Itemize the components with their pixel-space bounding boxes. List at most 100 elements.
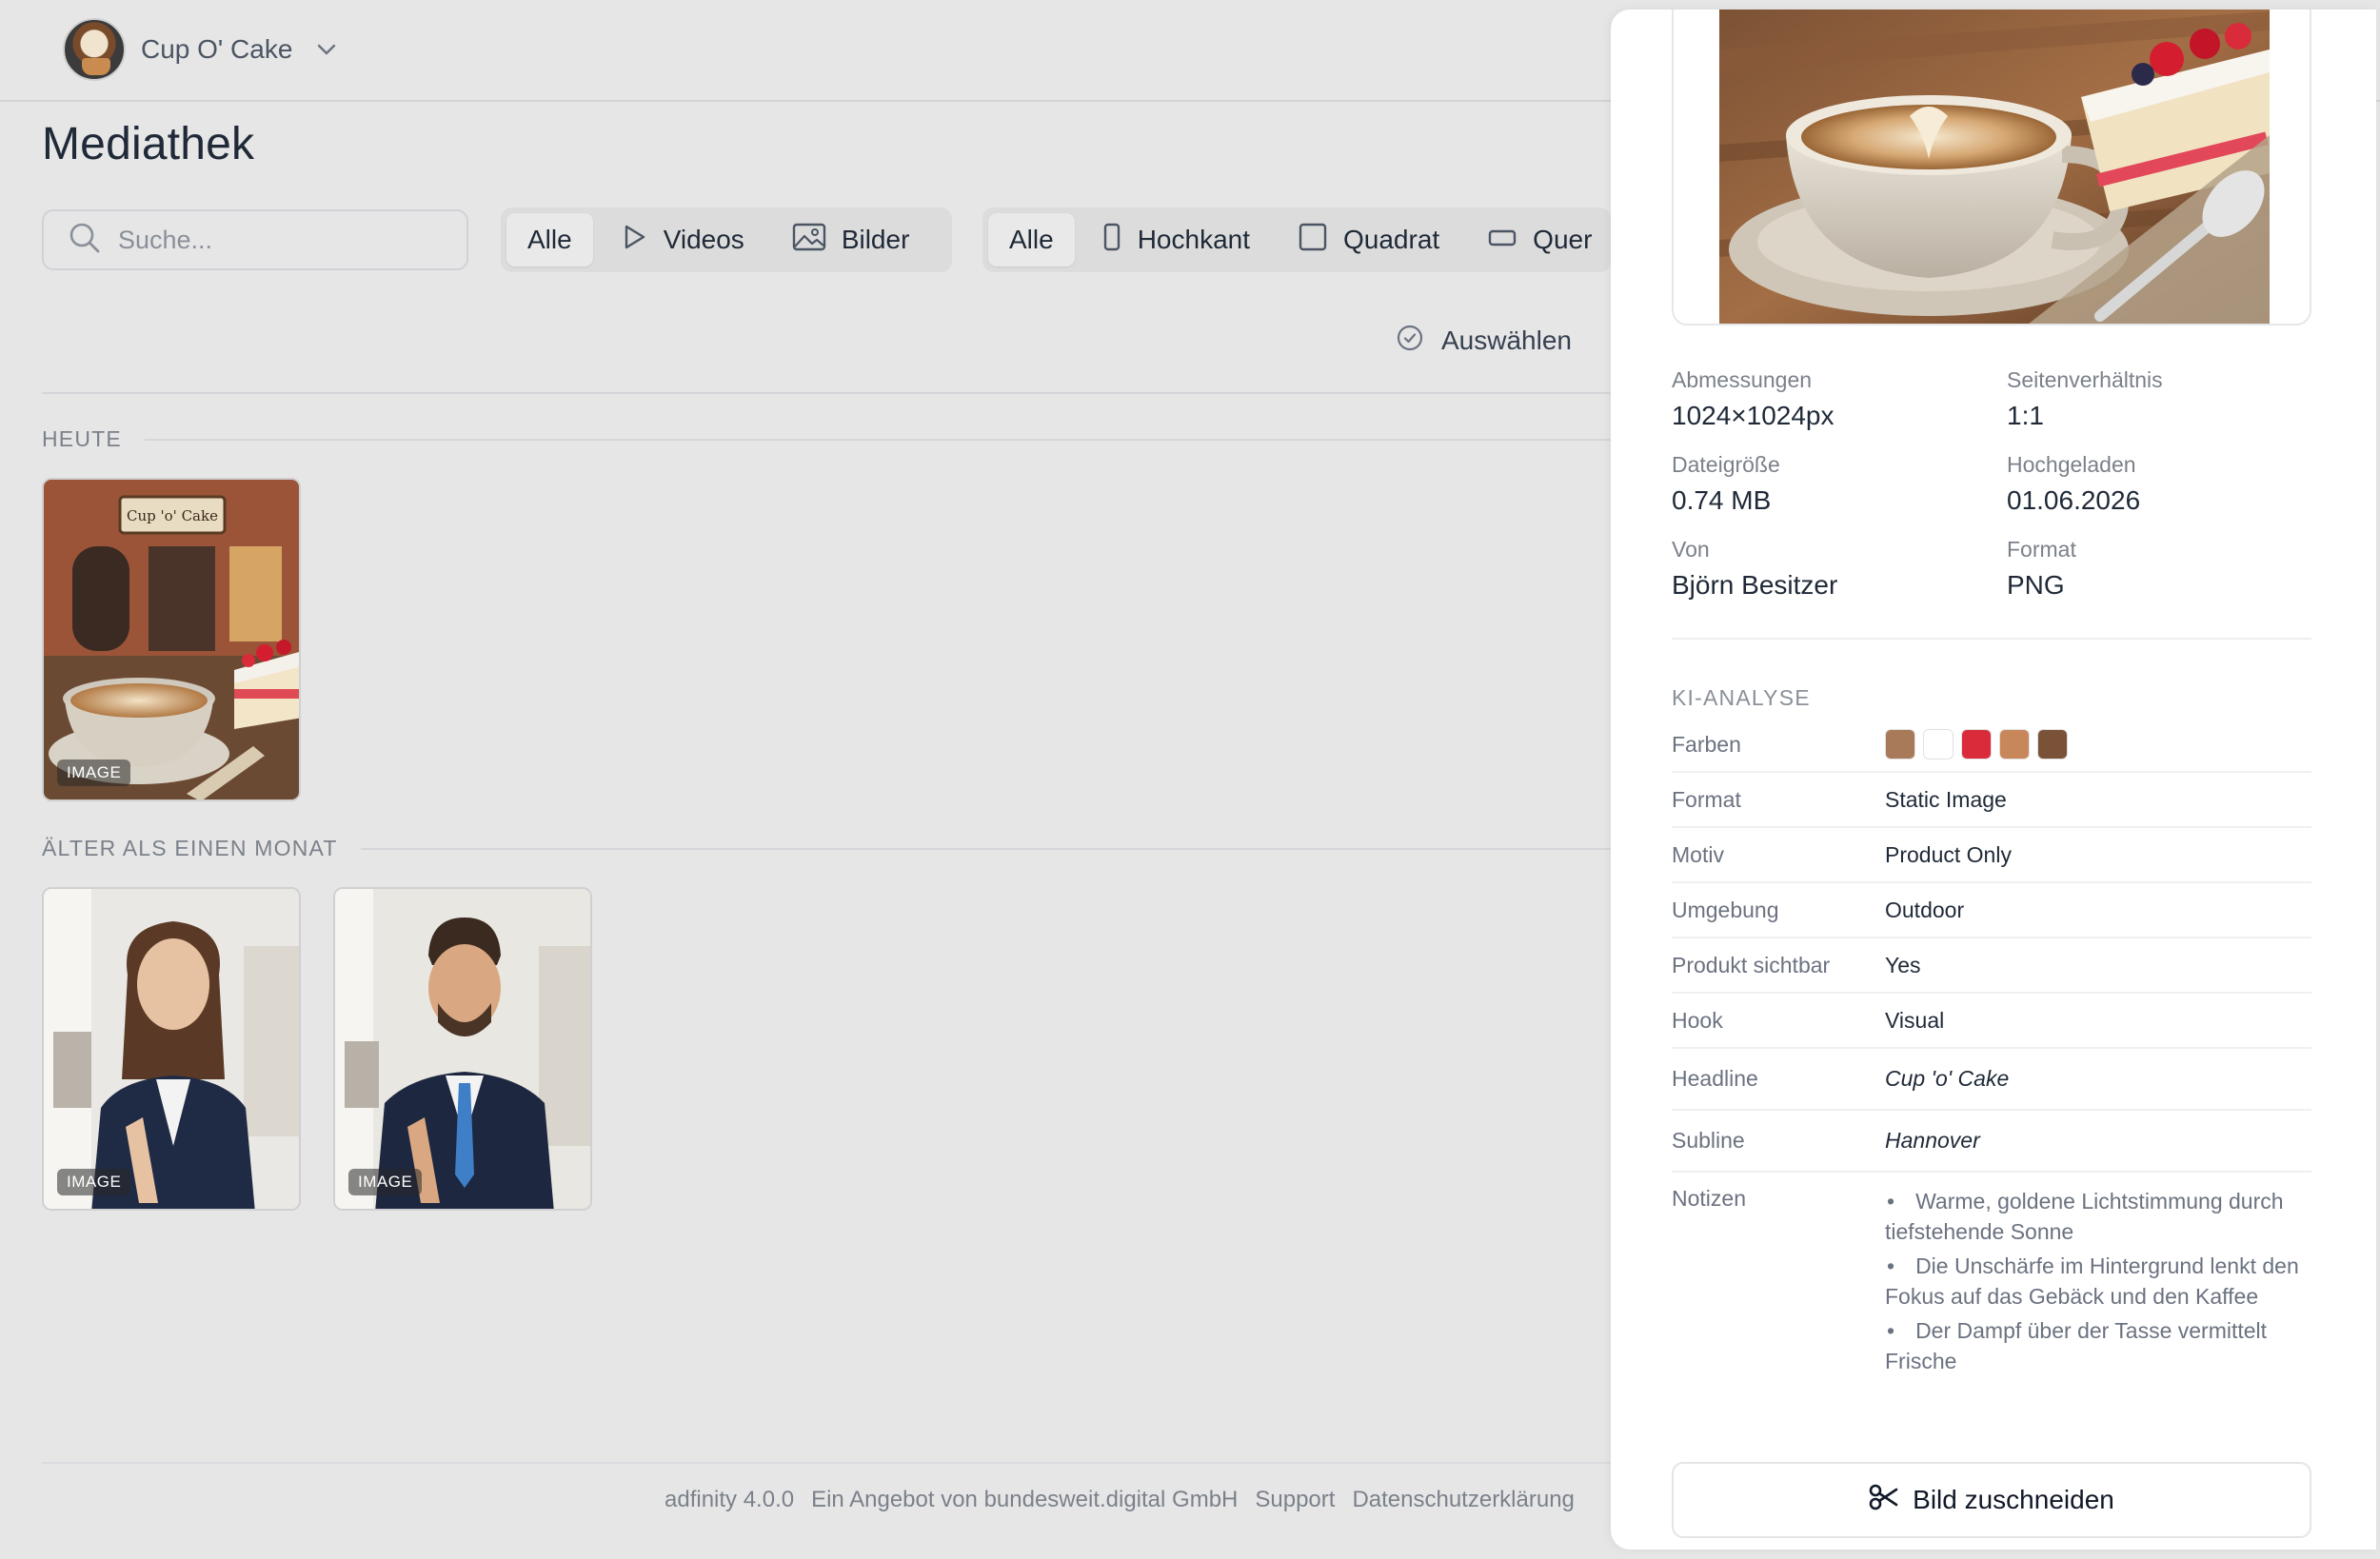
crop-image-button[interactable]: Bild zuschneiden <box>1672 1462 2311 1538</box>
media-thumbnail[interactable]: Cup 'o' Cake IMAGE <box>42 478 301 801</box>
image-icon <box>792 223 826 258</box>
section-divider <box>144 438 1611 441</box>
section-label: HEUTE <box>42 426 122 451</box>
color-swatch <box>2037 729 2068 760</box>
ai-row-value: Hannover <box>1885 1128 1980 1153</box>
cafe-photo: Cup 'o' Cake <box>44 480 299 799</box>
meta-aspect-ratio: Seitenverhältnis 1:1 <box>2007 367 2311 431</box>
filter-videos[interactable]: Videos <box>599 213 765 266</box>
media-type-badge: IMAGE <box>57 1169 131 1195</box>
ai-row-hook: Hook Visual <box>1672 994 2311 1049</box>
ai-row-notes: Notizen Warme, goldene Lichtstimmung dur… <box>1672 1173 2311 1380</box>
notes-list: Warme, goldene Lichtstimmung durch tiefs… <box>1885 1186 2311 1380</box>
color-swatch <box>1923 729 1954 760</box>
image-preview <box>1672 10 2311 326</box>
section-header-older: ÄLTER ALS EINEN MONAT <box>42 836 1656 861</box>
filter-portrait[interactable]: Hochkant <box>1081 213 1271 266</box>
page-title: Mediathek <box>42 119 255 169</box>
media-type-filter: Alle Videos Bilder <box>501 207 952 272</box>
meta-value: 01.06.2026 <box>2007 485 2141 515</box>
meta-file-size: Dateigröße 0.74 MB <box>1672 452 2007 516</box>
filter-portrait-label: Hochkant <box>1137 225 1250 254</box>
crop-button-label: Bild zuschneiden <box>1913 1485 2114 1514</box>
filter-all-orientations[interactable]: Alle <box>988 213 1075 266</box>
search-icon <box>69 222 101 259</box>
media-thumbnail[interactable]: IMAGE <box>42 887 301 1211</box>
note-item: Der Dampf über der Tasse vermittelt Fris… <box>1885 1315 2311 1376</box>
ai-row-key: Farben <box>1672 731 1741 757</box>
meta-label: Abmessungen <box>1672 367 1813 392</box>
coffee-cake-image <box>1719 10 2270 324</box>
ai-row-value: Outdoor <box>1885 897 1965 922</box>
meta-uploader: Von Björn Besitzer <box>1672 537 2007 601</box>
color-palette <box>1885 729 2311 760</box>
footer-support-link[interactable]: Support <box>1255 1487 1335 1513</box>
note-item: Warme, goldene Lichtstimmung durch tiefs… <box>1885 1186 2311 1247</box>
ai-row-key: Umgebung <box>1672 897 1779 922</box>
search-input[interactable] <box>118 225 442 255</box>
ai-row-product-visible: Produkt sichtbar Yes <box>1672 938 2311 994</box>
ai-row-value: Yes <box>1885 952 1921 977</box>
meta-value: 1024×1024px <box>1672 401 1835 430</box>
portrait-icon <box>1101 222 1122 259</box>
filter-images-label: Bilder <box>841 225 910 254</box>
divider <box>42 392 1613 394</box>
workspace-avatar <box>63 18 126 81</box>
ai-row-environment: Umgebung Outdoor <box>1672 883 2311 938</box>
footer-divider <box>42 1462 1613 1464</box>
meta-format: Format PNG <box>2007 537 2311 601</box>
file-metadata: Abmessungen 1024×1024px Seitenverhältnis… <box>1672 367 2311 601</box>
meta-dimensions: Abmessungen 1024×1024px <box>1672 367 2007 431</box>
chevron-down-icon[interactable] <box>307 30 346 69</box>
orientation-filter: Alle Hochkant Quadrat Quer <box>982 207 1611 272</box>
color-swatch <box>1999 729 2030 760</box>
workspace-name: Cup O' Cake <box>141 34 293 64</box>
svg-text:Cup 'o' Cake: Cup 'o' Cake <box>127 507 218 524</box>
ai-analysis-title: KI-ANALYSE <box>1672 685 1811 710</box>
filter-square[interactable]: Quadrat <box>1277 213 1460 266</box>
ai-row-key: Produkt sichtbar <box>1672 952 1831 977</box>
filter-images[interactable]: Bilder <box>771 213 931 266</box>
media-type-badge: IMAGE <box>348 1169 423 1195</box>
ai-row-subject: Motiv Product Only <box>1672 828 2311 883</box>
select-button[interactable]: Auswählen <box>1396 314 1572 367</box>
ai-row-key: Motiv <box>1672 841 1724 867</box>
divider <box>1672 638 2311 640</box>
businesswoman-photo <box>44 889 299 1209</box>
filter-landscape[interactable]: Quer <box>1466 213 1611 266</box>
workspace-switcher[interactable]: Cup O' Cake <box>63 17 346 82</box>
meta-label: Hochgeladen <box>2007 452 2136 477</box>
footer-version: adfinity 4.0.0 <box>664 1487 795 1512</box>
section-divider <box>360 847 1656 850</box>
media-thumbnail[interactable]: IMAGE <box>333 887 592 1211</box>
ai-row-value: Product Only <box>1885 841 2012 867</box>
meta-value: PNG <box>2007 570 2065 600</box>
ai-row-key: Hook <box>1672 1007 1723 1033</box>
play-icon <box>620 223 648 258</box>
check-circle-icon <box>1396 324 1424 359</box>
footer-company-link[interactable]: Ein Angebot von bundesweit.digital GmbH <box>811 1487 1238 1513</box>
footer-privacy-link[interactable]: Datenschutzerklärung <box>1352 1487 1574 1513</box>
landscape-icon <box>1487 225 1517 255</box>
ai-row-value: Visual <box>1885 1007 1945 1033</box>
scissors-icon <box>1869 1484 1899 1517</box>
color-swatch <box>1961 729 1992 760</box>
filter-all-media-label: Alle <box>527 225 572 254</box>
meta-value: 1:1 <box>2007 401 2044 430</box>
filter-all-media[interactable]: Alle <box>506 213 593 266</box>
meta-label: Format <box>2007 537 2076 562</box>
section-header-today: HEUTE <box>42 426 1611 452</box>
ai-row-subline: Subline Hannover <box>1672 1111 2311 1173</box>
media-type-badge: IMAGE <box>57 760 131 786</box>
ai-row-value: Cup 'o' Cake <box>1885 1066 2010 1091</box>
ai-row-key: Subline <box>1672 1128 1745 1153</box>
meta-label: Von <box>1672 537 1710 562</box>
square-icon <box>1298 222 1328 259</box>
select-button-label: Auswählen <box>1441 326 1572 355</box>
note-item: Die Unschärfe im Hintergrund lenkt den F… <box>1885 1251 2311 1312</box>
ai-analysis-table: Farben Format Static Image Motiv Product… <box>1672 718 2311 1380</box>
search-box[interactable] <box>42 209 468 270</box>
ai-row-key: Notizen <box>1672 1186 1746 1211</box>
footer: adfinity 4.0.0 Ein Angebot von bundeswei… <box>664 1487 1575 1513</box>
meta-value: 0.74 MB <box>1672 485 1772 515</box>
